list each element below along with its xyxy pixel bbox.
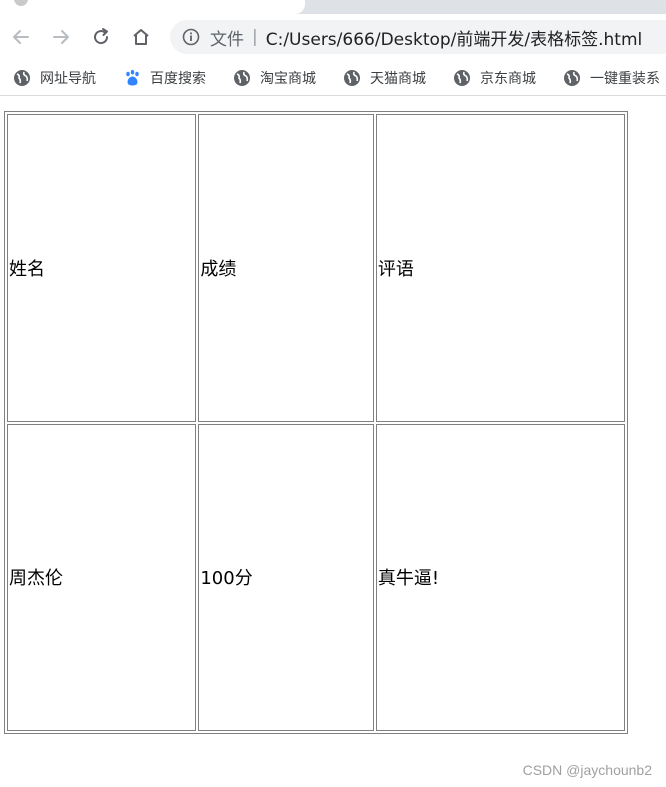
table-cell: 100分 — [198, 423, 374, 731]
table-cell: 姓名 — [7, 114, 197, 422]
bookmark-item[interactable]: 天猫商城 — [343, 68, 426, 88]
globe-icon — [453, 69, 471, 87]
address-url[interactable]: C:/Users/666/Desktop/前端开发/表格标签.html — [266, 25, 643, 50]
table-cell: 成绩 — [198, 114, 374, 422]
reload-icon — [94, 28, 109, 45]
home-button[interactable] — [127, 23, 155, 51]
bookmarks-bar: 网址导航 百度搜索 淘宝商城 天猫商城 京东商城 一键重装系 — [0, 60, 666, 96]
table-cell: 真牛逼! — [375, 423, 625, 731]
forward-button[interactable] — [47, 23, 75, 51]
info-icon[interactable] — [182, 28, 200, 46]
browser-toolbar: 文件 | C:/Users/666/Desktop/前端开发/表格标签.html — [0, 14, 666, 60]
bookmark-item[interactable]: 网址导航 — [13, 68, 96, 88]
arrow-left-icon — [13, 30, 29, 44]
bookmark-item[interactable]: 百度搜索 — [123, 68, 206, 88]
table-cell: 周杰伦 — [7, 423, 197, 731]
address-separator: | — [252, 27, 258, 47]
bookmark-label: 网址导航 — [40, 71, 96, 87]
bookmark-item[interactable]: 京东商城 — [453, 68, 536, 88]
bookmark-label: 一键重装系 — [590, 71, 660, 87]
back-button[interactable] — [7, 23, 35, 51]
table-cell: 评语 — [375, 114, 625, 422]
tab-strip — [0, 0, 666, 14]
bookmark-label: 淘宝商城 — [260, 71, 316, 87]
bookmark-label: 百度搜索 — [150, 71, 206, 87]
globe-icon — [563, 69, 581, 87]
address-scheme-label: 文件 — [210, 29, 244, 50]
page-content: 姓名 成绩 评语 周杰伦 100分 真牛逼! — [0, 97, 666, 787]
score-table: 姓名 成绩 评语 周杰伦 100分 真牛逼! — [4, 111, 628, 734]
home-icon — [133, 29, 149, 45]
table-row: 周杰伦 100分 真牛逼! — [7, 423, 625, 731]
globe-icon — [343, 69, 361, 87]
table-header-row: 姓名 成绩 评语 — [7, 114, 625, 422]
watermark: CSDN @jaychounb2 — [522, 762, 652, 778]
arrow-right-icon — [53, 30, 69, 44]
bookmark-label: 京东商城 — [480, 71, 536, 87]
bookmark-item[interactable]: 淘宝商城 — [233, 68, 316, 88]
baidu-paw-icon — [123, 69, 141, 87]
reload-button[interactable] — [87, 23, 115, 51]
globe-icon — [13, 69, 31, 87]
active-tab[interactable] — [0, 0, 305, 14]
bookmark-label: 天猫商城 — [370, 71, 426, 87]
address-bar[interactable]: 文件 | C:/Users/666/Desktop/前端开发/表格标签.html — [170, 20, 666, 54]
globe-icon — [233, 69, 251, 87]
bookmark-item[interactable]: 一键重装系 — [563, 68, 660, 88]
